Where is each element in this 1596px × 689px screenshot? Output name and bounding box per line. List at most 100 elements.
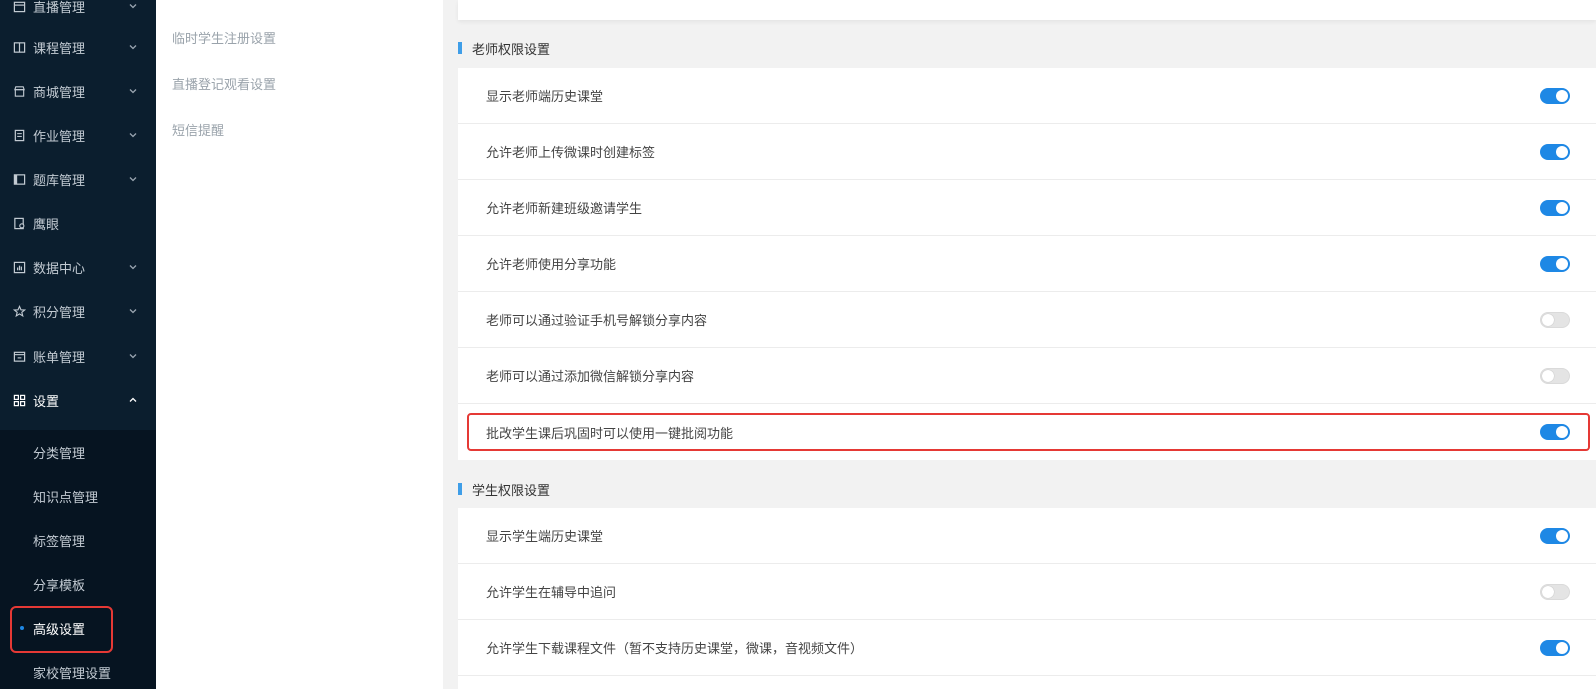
submenu-item-label: 家校管理设置 <box>33 666 112 682</box>
toggle-switch[interactable] <box>1540 87 1570 104</box>
setting-row: 允许学生在辅导中追问 <box>458 564 1596 620</box>
section-marker <box>458 483 462 495</box>
sidebar-item-label: 课程管理 <box>33 41 86 57</box>
section-title: 老师权限设置 <box>458 38 550 58</box>
section-marker <box>458 42 462 54</box>
chevron-up-icon <box>129 397 137 402</box>
star-icon <box>12 304 26 318</box>
shop-icon <box>12 84 26 98</box>
chevron-down-icon <box>129 89 137 94</box>
setting-label: 老师可以通过添加微信解锁分享内容 <box>486 370 695 385</box>
setting-row: 允许老师使用分享功能 <box>458 236 1596 292</box>
subnav-link-sms-reminder[interactable]: 短信提醒 <box>172 120 224 139</box>
chevron-down-icon <box>129 4 137 9</box>
sidebar-item-label: 账单管理 <box>33 350 86 366</box>
toggle-switch[interactable] <box>1540 639 1570 656</box>
setting-label: 显示老师端历史课堂 <box>486 90 604 105</box>
toggle-knob <box>1556 257 1568 270</box>
toggle-switch[interactable] <box>1540 583 1570 600</box>
submenu-item-label: 知识点管理 <box>33 490 99 506</box>
sidebar-item-eagle-eye[interactable]: 鹰眼 <box>0 201 156 245</box>
setting-label: 允许学生下载课程文件（暂不支持历史课堂，微课，音视频文件） <box>486 642 864 657</box>
teacher-settings-card: 显示老师端历史课堂 允许老师上传微课时创建标签 允许老师新建班级邀请学生 允许老… <box>458 68 1596 460</box>
submenu-item-tags[interactable]: 标签管理 <box>0 518 156 562</box>
submenu-item-share-template[interactable]: 分享模板 <box>0 562 156 606</box>
setting-row: 允许老师上传微课时创建标签 <box>458 124 1596 180</box>
chevron-down-icon <box>129 177 137 182</box>
toggle-knob <box>1542 369 1554 382</box>
sidebar-item-points[interactable]: 积分管理 <box>0 289 156 333</box>
chevron-down-icon <box>129 45 137 50</box>
chevron-down-icon <box>129 309 137 314</box>
sidebar-item-label: 鹰眼 <box>33 217 60 233</box>
highlight-box <box>10 606 113 653</box>
teacher-section-title: 老师权限设置 <box>472 42 551 58</box>
toggle-switch[interactable] <box>1540 311 1570 328</box>
setting-row: 允许老师新建班级邀请学生 <box>458 180 1596 236</box>
sidebar-item-label: 设置 <box>33 394 60 410</box>
sidebar: 直播管理 课程管理 商城管理 作业管理 题库管理 鹰眼 数据中心 积分管理 账单… <box>0 0 156 689</box>
sidebar-item-label: 作业管理 <box>33 129 86 145</box>
calendar-icon <box>12 0 26 13</box>
sidebar-item-label: 商城管理 <box>33 85 86 101</box>
toggle-switch[interactable] <box>1540 527 1570 544</box>
submenu-item-label: 分类管理 <box>33 446 86 462</box>
book-icon <box>12 40 26 54</box>
bill-icon <box>12 349 26 363</box>
chevron-down-icon <box>129 265 137 270</box>
previous-card <box>458 0 1596 20</box>
setting-label: 允许学生在辅导中追问 <box>486 586 617 601</box>
file-icon <box>12 128 26 142</box>
chevron-down-icon <box>129 133 137 138</box>
submenu-item-home-school[interactable]: 家校管理设置 <box>0 650 156 689</box>
highlight-box <box>467 413 1590 451</box>
setting-row: 老师可以通过添加微信解锁分享内容 <box>458 348 1596 404</box>
chevron-down-icon <box>129 354 137 359</box>
toggle-knob <box>1556 145 1568 158</box>
sidebar-item-question-bank[interactable]: 题库管理 <box>0 157 156 201</box>
sidebar-item-shop[interactable]: 商城管理 <box>0 69 156 113</box>
toggle-knob <box>1542 313 1554 326</box>
sidebar-item-label: 积分管理 <box>33 305 86 321</box>
toggle-knob <box>1556 641 1568 654</box>
setting-label: 显示学生端历史课堂 <box>486 530 604 545</box>
student-settings-card: 显示学生端历史课堂 允许学生在辅导中追问 允许学生下载课程文件（暂不支持历史课堂… <box>458 508 1596 689</box>
submenu-item-knowledge[interactable]: 知识点管理 <box>0 474 156 518</box>
setting-label: 允许老师上传微课时创建标签 <box>486 146 656 161</box>
toggle-switch[interactable] <box>1540 255 1570 272</box>
submenu-item-category[interactable]: 分类管理 <box>0 430 156 474</box>
setting-row: 允许学生下载课程文件（暂不支持历史课堂，微课，音视频文件） <box>458 620 1596 676</box>
toggle-switch[interactable] <box>1540 199 1570 216</box>
submenu-item-label: 标签管理 <box>33 534 86 550</box>
sidebar-item-data-center[interactable]: 数据中心 <box>0 245 156 289</box>
sidebar-item-label: 直播管理 <box>33 0 86 16</box>
setting-row: 老师可以通过验证手机号解锁分享内容 <box>458 292 1596 348</box>
student-section-title: 学生权限设置 <box>472 483 551 499</box>
setting-row: 显示老师端历史课堂 <box>458 68 1596 124</box>
sidebar-item-bills[interactable]: 账单管理 <box>0 334 156 378</box>
toggle-knob <box>1556 201 1568 214</box>
setting-label: 允许老师使用分享功能 <box>486 258 617 273</box>
setting-row: 显示学生端历史课堂 <box>458 508 1596 564</box>
setting-label: 允许老师新建班级邀请学生 <box>486 202 643 217</box>
subnav-link-temp-student[interactable]: 临时学生注册设置 <box>172 28 276 47</box>
toggle-switch[interactable] <box>1540 143 1570 160</box>
settings-subnav: 临时学生注册设置 直播登记观看设置 短信提醒 <box>156 0 443 689</box>
sidebar-item-homework[interactable]: 作业管理 <box>0 113 156 157</box>
chart-icon <box>12 260 26 274</box>
sidebar-item-live[interactable]: 直播管理 <box>0 0 156 28</box>
subnav-link-live-registration[interactable]: 直播登记观看设置 <box>172 74 276 93</box>
submenu-item-label: 分享模板 <box>33 578 86 594</box>
sidebar-item-settings[interactable]: 设置 <box>0 378 156 422</box>
section-title: 学生权限设置 <box>458 479 550 499</box>
main-content: 老师权限设置 显示老师端历史课堂 允许老师上传微课时创建标签 允许老师新建班级邀… <box>443 0 1596 689</box>
sidebar-item-label: 题库管理 <box>33 173 86 189</box>
toggle-switch[interactable] <box>1540 367 1570 384</box>
toggle-knob <box>1556 529 1568 542</box>
toggle-knob <box>1542 585 1554 598</box>
toggle-knob <box>1556 89 1568 102</box>
sidebar-item-course[interactable]: 课程管理 <box>0 25 156 69</box>
library-icon <box>12 172 26 186</box>
sidebar-item-label: 数据中心 <box>33 261 86 277</box>
grid-icon <box>12 393 26 407</box>
